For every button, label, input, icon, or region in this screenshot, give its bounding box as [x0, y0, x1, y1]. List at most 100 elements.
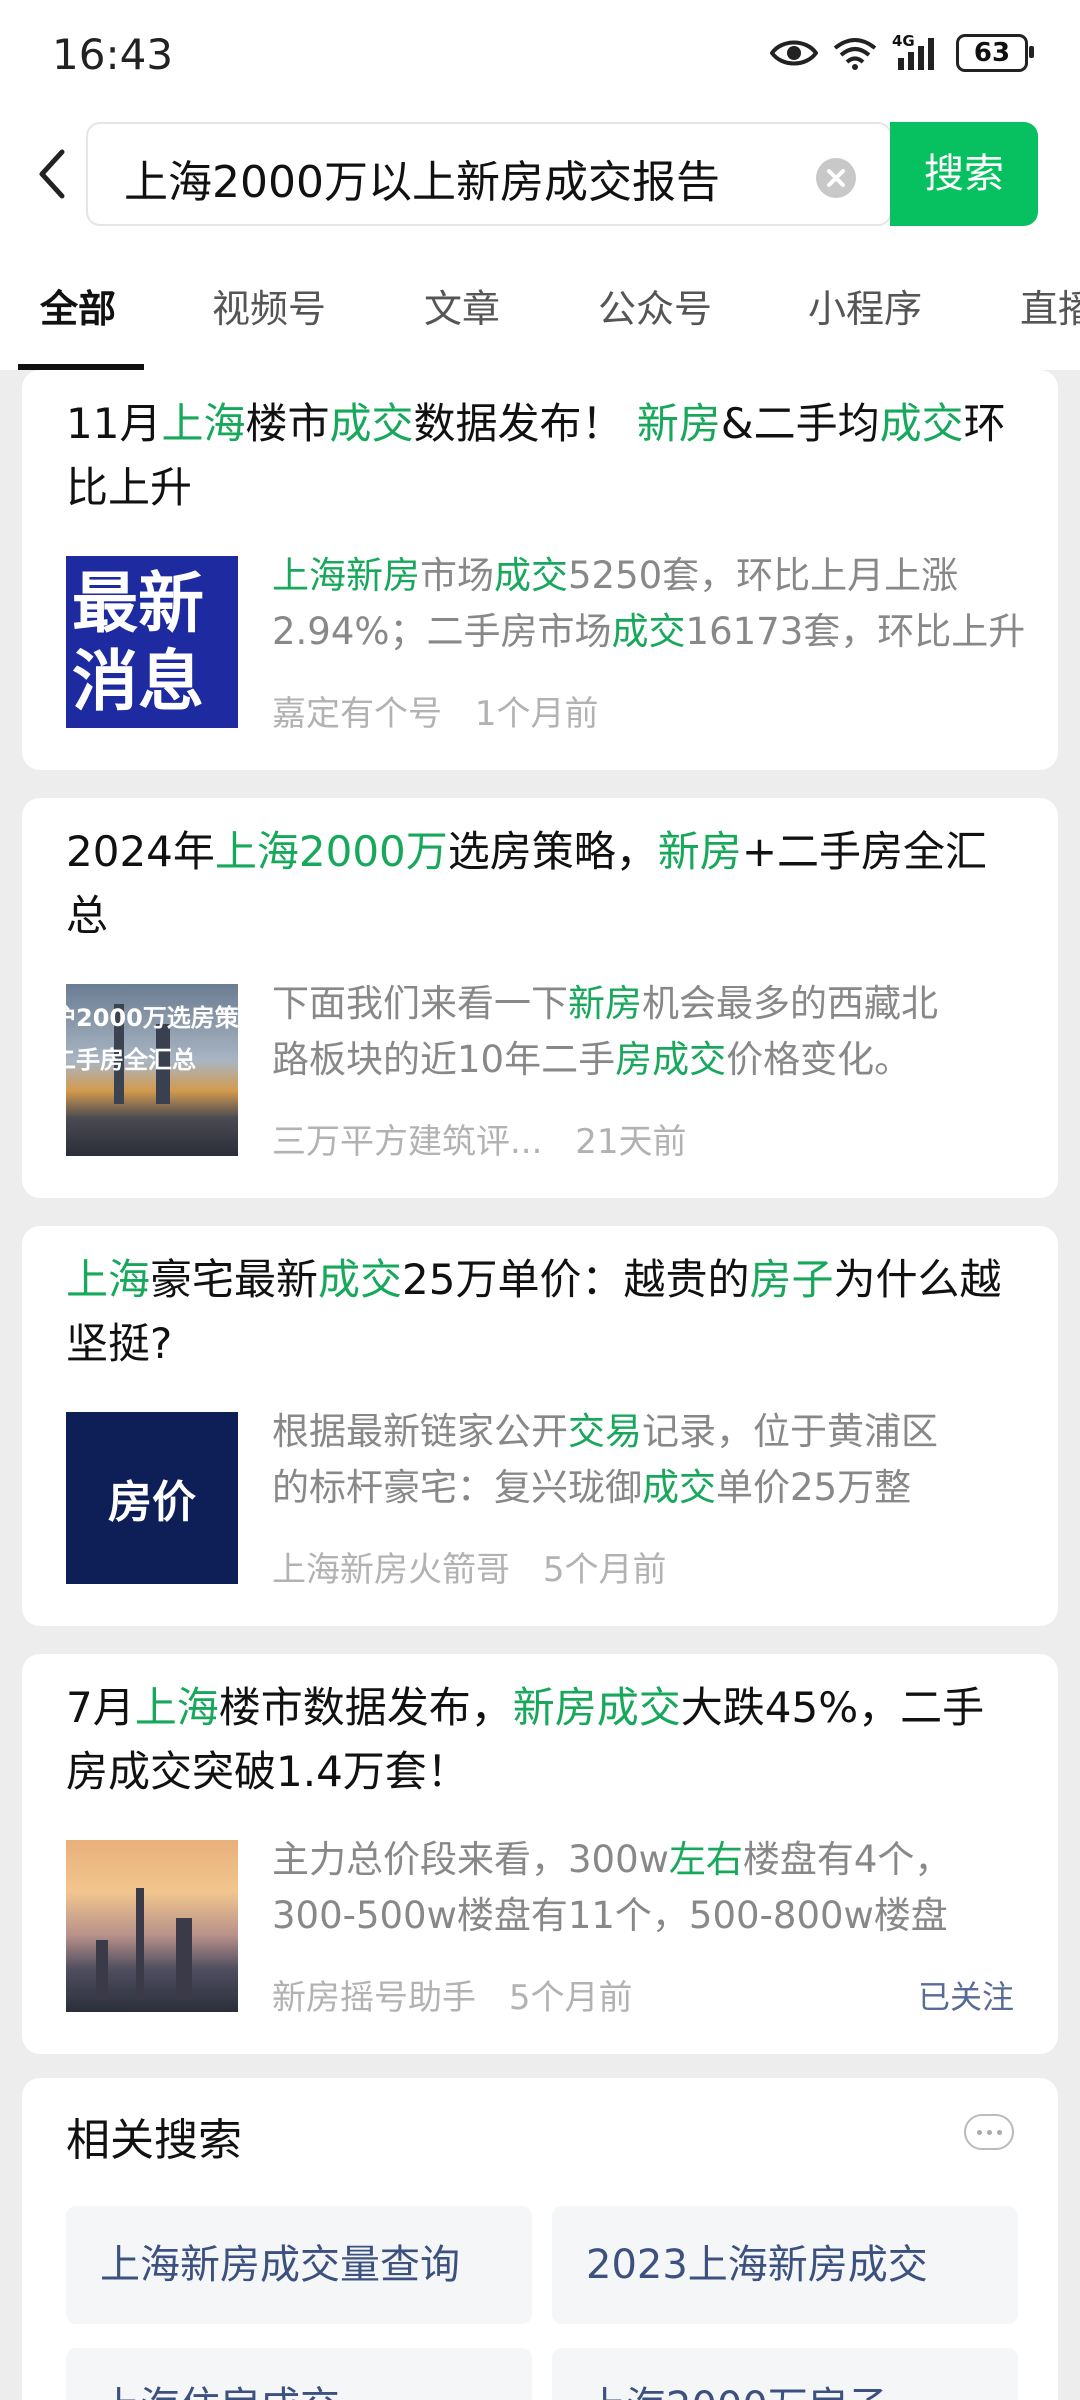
result-time: 5个月前	[542, 1550, 667, 1590]
text-segment: 选房策略，	[447, 827, 658, 876]
keyword-highlight: 成交	[318, 1255, 403, 1304]
result-title[interactable]: 上海豪宅最新成交25万单价：越贵的房子为什么越坚挺?	[66, 1248, 1026, 1376]
result-thumbnail: 房价	[66, 1412, 238, 1584]
snippet-line: 的标杆豪宅：复兴珑御成交单价25万整	[272, 1460, 1032, 1516]
keyword-highlight: 新房	[657, 827, 742, 876]
keyword-highlight: 新房	[636, 399, 721, 448]
skyline-shape	[96, 1940, 108, 2000]
keyword-highlight: 上海	[134, 1683, 219, 1732]
snippet-line: 根据最新链家公开交易记录，位于黄浦区	[272, 1404, 1032, 1460]
text-segment: 记录，位于黄浦区	[642, 1410, 938, 1453]
result-source[interactable]: 新房摇号助手	[272, 1978, 476, 2018]
result-snippet: 主力总价段来看，300w左右楼盘有4个， 300-500w楼盘有11个，500-…	[272, 1832, 1032, 1944]
result-source[interactable]: 嘉定有个号	[272, 694, 442, 734]
snippet-line: 主力总价段来看，300w左右楼盘有4个，	[272, 1832, 1032, 1888]
search-input[interactable]: 上海2000万以上新房成交报告	[86, 122, 892, 226]
text-segment: 根据最新链家公开	[272, 1410, 568, 1453]
result-card[interactable]: 上海豪宅最新成交25万单价：越贵的房子为什么越坚挺? 房价 根据最新链家公开交易…	[22, 1226, 1058, 1626]
text-segment: 的标杆豪宅：复兴珑御	[272, 1466, 642, 1509]
result-card[interactable]: 2024年上海2000万选房策略，新房+二手房全汇总 沪2000万选房策略 二手…	[22, 798, 1058, 1198]
search-header: 上海2000万以上新房成交报告 搜索	[0, 110, 1080, 240]
result-title[interactable]: 7月上海楼市数据发布，新房成交大跌45%，二手房成交突破1.4万套！	[66, 1676, 1026, 1804]
battery-icon: 63	[956, 34, 1034, 72]
result-title[interactable]: 11月上海楼市成交数据发布！ 新房&二手均成交环比上升	[66, 392, 1026, 520]
keyword-highlight: 上海	[66, 1255, 151, 1304]
search-query: 上海2000万以上新房成交报告	[124, 157, 720, 208]
status-icons: 4G 63	[770, 32, 1034, 72]
text-segment: 楼市数据发布，	[218, 1683, 513, 1732]
followed-badge[interactable]: 已关注	[918, 1972, 1014, 2018]
result-meta: 上海新房火箭哥 5个月前	[272, 1542, 688, 1591]
wifi-icon	[833, 38, 877, 70]
tab-live[interactable]: 直播	[1020, 278, 1080, 333]
tab-mini-programs[interactable]: 小程序	[808, 278, 922, 333]
tab-official-accounts[interactable]: 公众号	[598, 278, 712, 333]
text-segment: 5250套，环比上月上涨	[568, 554, 959, 597]
tab-all[interactable]: 全部	[40, 278, 116, 333]
thumbnail-text: 消息	[72, 643, 204, 720]
thumbnail-text: 二手房全汇总	[66, 1046, 196, 1074]
related-search-chip[interactable]: 2023上海新房成交	[552, 2206, 1018, 2324]
keyword-highlight: 上海新房	[272, 554, 420, 597]
result-source[interactable]: 上海新房火箭哥	[272, 1550, 510, 1590]
result-time: 21天前	[575, 1122, 687, 1162]
result-time: 1个月前	[474, 694, 599, 734]
result-snippet: 下面我们来看一下新房机会最多的西藏北 路板块的近10年二手房成交价格变化。	[272, 976, 1032, 1088]
result-snippet: 上海新房市场成交5250套，环比上月上涨 2.94%；二手房市场成交16173套…	[272, 548, 1032, 660]
result-card[interactable]: 11月上海楼市成交数据发布！ 新房&二手均成交环比上升 最新 消息 上海新房市场…	[22, 370, 1058, 770]
text-segment: 16173套，环比上升	[685, 610, 1026, 653]
battery-level: 63	[973, 38, 1011, 68]
tab-bar: 全部 视频号 文章 公众号 小程序 直播	[0, 240, 1080, 370]
eye-icon	[770, 40, 818, 66]
clear-button[interactable]	[816, 158, 856, 198]
result-thumbnail	[66, 1840, 238, 2012]
text-segment: 楼市	[245, 399, 330, 448]
thumbnail-text: 最新	[72, 565, 204, 642]
search-button[interactable]: 搜索	[890, 122, 1038, 226]
result-title[interactable]: 2024年上海2000万选房策略，新房+二手房全汇总	[66, 820, 1026, 948]
text-segment: 2024年	[66, 827, 215, 876]
keyword-highlight: 房子	[749, 1255, 834, 1304]
related-search-chip[interactable]: 上海住房成交	[66, 2348, 532, 2400]
cell-signal-icon: 4G	[892, 32, 942, 70]
close-icon	[827, 169, 845, 187]
text-segment: 路板块的近10年二手	[272, 1038, 616, 1081]
text-segment: 单价25万整	[716, 1466, 912, 1509]
text-segment: 11月	[66, 399, 162, 448]
related-search-chip[interactable]: 上海2000万房子	[552, 2348, 1018, 2400]
text-segment: 7月	[66, 1683, 135, 1732]
tab-articles[interactable]: 文章	[424, 278, 500, 333]
status-time: 16:43	[52, 30, 174, 79]
more-options-icon[interactable]	[964, 2114, 1014, 2150]
text-segment: 25万单价：越贵的	[402, 1255, 750, 1304]
snippet-line: 下面我们来看一下新房机会最多的西藏北	[272, 976, 1032, 1032]
related-title: 相关搜索	[66, 2115, 242, 2166]
text-segment: 机会最多的西藏北	[642, 982, 938, 1025]
result-card[interactable]: 7月上海楼市数据发布，新房成交大跌45%，二手房成交突破1.4万套！ 主力总价段…	[22, 1654, 1058, 2054]
text-segment: &二手均	[720, 399, 880, 448]
keyword-highlight: 成交	[879, 399, 964, 448]
thumbnail-text: 房价	[108, 1477, 196, 1528]
related-search-chip[interactable]: 上海新房成交量查询	[66, 2206, 532, 2324]
keyword-highlight: 上海2000万	[214, 827, 448, 876]
keyword-highlight: 成交	[494, 554, 568, 597]
keyword-highlight: 房成交	[615, 1038, 727, 1081]
keyword-highlight: 交易	[568, 1410, 642, 1453]
related-searches: 相关搜索 上海新房成交量查询 2023上海新房成交 上海住房成交 上海2000万…	[22, 2078, 1058, 2400]
result-source[interactable]: 三万平方建筑评...	[272, 1122, 542, 1162]
snippet-line: 2.94%；二手房市场成交16173套，环比上升	[272, 604, 1032, 660]
keyword-highlight: 成交	[329, 399, 414, 448]
snippet-line: 300-500w楼盘有11个，500-800w楼盘	[272, 1888, 1032, 1944]
chevron-left-icon	[39, 149, 65, 199]
text-segment: 主力总价段来看，300w	[272, 1838, 669, 1881]
text-segment: 楼盘有4个，	[742, 1838, 952, 1881]
result-thumbnail: 沪2000万选房策略 二手房全汇总	[66, 984, 238, 1156]
text-segment: 价格变化。	[726, 1038, 912, 1081]
text-segment: 下面我们来看一下	[272, 982, 568, 1025]
tab-channels[interactable]: 视频号	[212, 278, 326, 333]
result-meta: 三万平方建筑评... 21天前	[272, 1114, 709, 1163]
skyline-shape	[176, 1918, 192, 2000]
back-button[interactable]	[28, 144, 78, 204]
status-bar: 16:43 4G 63	[0, 0, 1080, 110]
text-segment: 2.94%；二手房市场	[272, 610, 612, 653]
